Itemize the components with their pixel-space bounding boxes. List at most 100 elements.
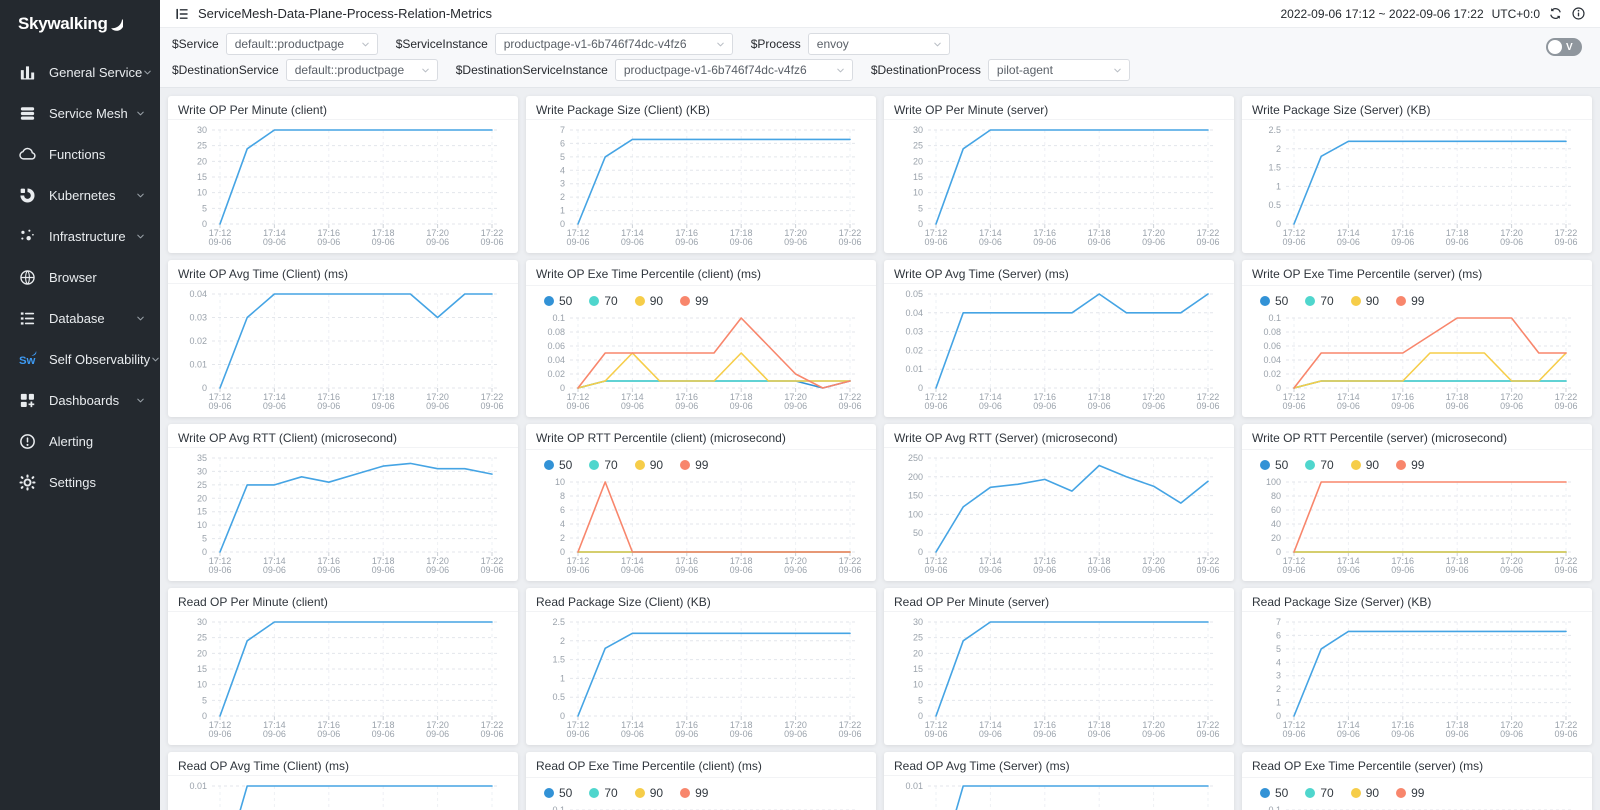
sidebar-item-database[interactable]: Database [0, 298, 160, 339]
chart-canvas[interactable]: 17:1209-0617:1409-0617:1609-0617:1809-06… [1250, 474, 1584, 576]
chart-canvas[interactable]: 17:1209-0617:1409-0617:1609-0617:1809-06… [892, 122, 1226, 248]
chart-panel: Write OP Per Minute (client) 17:1209-061… [168, 96, 518, 253]
chart-canvas[interactable]: 17:1209-0617:1409-0617:1609-0617:1809-06… [534, 802, 868, 810]
toggle-knob [1548, 40, 1562, 54]
svg-text:20: 20 [197, 648, 207, 658]
panel-body: 17:1209-0617:1409-0617:1609-0617:1809-06… [884, 612, 1234, 745]
legend-item-p70[interactable]: 70 [589, 458, 617, 472]
sidebar-item-service-mesh[interactable]: Service Mesh [0, 93, 160, 134]
chart-canvas[interactable]: 17:1209-0617:1409-0617:1609-0617:1809-06… [176, 286, 510, 412]
sidebar-item-functions[interactable]: Functions [0, 134, 160, 175]
panel-title: Write OP Exe Time Percentile (client) (m… [526, 260, 876, 286]
chart-legend: 50 70 90 99 [1250, 780, 1584, 802]
svg-text:5: 5 [1276, 644, 1281, 654]
chart-canvas[interactable]: 17:1209-0617:1409-0617:1609-0617:1809-06… [176, 122, 510, 248]
legend-label: 99 [1411, 458, 1424, 472]
svg-text:0.5: 0.5 [552, 692, 565, 702]
chart-canvas[interactable]: 17:1209-0617:1409-0617:1609-0617:1809-06… [892, 778, 1226, 810]
svg-text:09-06: 09-06 [263, 565, 286, 575]
svg-text:2: 2 [1276, 684, 1281, 694]
legend-dot [1396, 788, 1406, 798]
legend-item-p99[interactable]: 99 [1396, 786, 1424, 800]
svg-text:09-06: 09-06 [784, 565, 807, 575]
legend-item-p70[interactable]: 70 [1305, 458, 1333, 472]
view-edit-toggle[interactable]: V [1546, 38, 1582, 56]
general-service-icon [18, 63, 37, 82]
chart-canvas[interactable]: 17:1209-0617:1409-0617:1609-0617:1809-06… [892, 450, 1226, 576]
time-range[interactable]: 2022-09-06 17:12 ~ 2022-09-06 17:22 [1280, 7, 1483, 21]
chart-canvas[interactable]: 17:1209-0617:1409-0617:1609-0617:1809-06… [176, 778, 510, 810]
legend-item-p90[interactable]: 90 [635, 294, 663, 308]
legend-item-p99[interactable]: 99 [680, 458, 708, 472]
svg-text:09-06: 09-06 [838, 237, 861, 247]
svg-text:09-06: 09-06 [979, 729, 1002, 739]
legend-item-p70[interactable]: 70 [1305, 786, 1333, 800]
legend-item-p50[interactable]: 50 [544, 458, 572, 472]
legend-item-p50[interactable]: 50 [1260, 294, 1288, 308]
svg-text:100: 100 [908, 509, 923, 519]
filter-select[interactable]: productpage-v1-6b746f74dc-v4fz6 [495, 33, 733, 55]
svg-text:1.5: 1.5 [1268, 163, 1281, 173]
chart-canvas[interactable]: 17:1209-0617:1409-0617:1609-0617:1809-06… [534, 614, 868, 740]
filter-select[interactable]: pilot-agent [988, 59, 1130, 81]
svg-text:2.5: 2.5 [552, 617, 565, 627]
legend-item-p70[interactable]: 70 [589, 786, 617, 800]
filter-select[interactable]: default::productpage [286, 59, 438, 81]
chart-canvas[interactable]: 17:1209-0617:1409-0617:1609-0617:1809-06… [1250, 122, 1584, 248]
sidebar-item-general-service[interactable]: General Service [0, 52, 160, 93]
legend-item-p99[interactable]: 99 [680, 786, 708, 800]
svg-text:09-06: 09-06 [1391, 565, 1414, 575]
app-logo[interactable]: Skywalking [0, 0, 160, 44]
chart-canvas[interactable]: 17:1209-0617:1409-0617:1609-0617:1809-06… [534, 474, 868, 576]
timezone-label: UTC+0:0 [1492, 7, 1540, 21]
filter-select[interactable]: envoy [808, 33, 950, 55]
svg-text:09-06: 09-06 [1500, 237, 1523, 247]
svg-text:0.04: 0.04 [1263, 355, 1281, 365]
legend-item-p90[interactable]: 90 [1351, 294, 1379, 308]
sidebar: Skywalking General Service Service Mesh … [0, 0, 160, 810]
legend-item-p99[interactable]: 99 [1396, 294, 1424, 308]
chart-canvas[interactable]: 17:1209-0617:1409-0617:1609-0617:1809-06… [534, 122, 868, 248]
legend-item-p50[interactable]: 50 [1260, 458, 1288, 472]
legend-item-p90[interactable]: 90 [635, 786, 663, 800]
legend-item-p90[interactable]: 90 [635, 458, 663, 472]
sidebar-item-browser[interactable]: Browser [0, 257, 160, 298]
chart-canvas[interactable]: 17:1209-0617:1409-0617:1609-0617:1809-06… [1250, 310, 1584, 412]
legend-item-p50[interactable]: 50 [544, 294, 572, 308]
chart-canvas[interactable]: 17:1209-0617:1409-0617:1609-0617:1809-06… [1250, 614, 1584, 740]
chart-panel: Write OP Exe Time Percentile (client) (m… [526, 260, 876, 417]
svg-text:20: 20 [197, 493, 207, 503]
svg-text:0: 0 [202, 547, 207, 557]
chart-legend: 50 70 90 99 [1250, 452, 1584, 474]
legend-item-p99[interactable]: 99 [680, 294, 708, 308]
svg-text:09-06: 09-06 [426, 565, 449, 575]
sidebar-item-alerting[interactable]: Alerting [0, 421, 160, 462]
sidebar-item-dashboards[interactable]: Dashboards [0, 380, 160, 421]
filter-select[interactable]: productpage-v1-6b746f74dc-v4fz6 [615, 59, 853, 81]
legend-dot [1260, 460, 1270, 470]
sidebar-item-kubernetes[interactable]: Kubernetes [0, 175, 160, 216]
legend-item-p50[interactable]: 50 [544, 786, 572, 800]
chart-canvas[interactable]: 17:1209-0617:1409-0617:1609-0617:1809-06… [892, 286, 1226, 412]
sidebar-item-self-observability[interactable]: Self Observability [0, 339, 160, 380]
chart-canvas[interactable]: 17:1209-0617:1409-0617:1609-0617:1809-06… [892, 614, 1226, 740]
svg-text:09-06: 09-06 [924, 729, 947, 739]
chart-canvas[interactable]: 17:1209-0617:1409-0617:1609-0617:1809-06… [176, 614, 510, 740]
chart-canvas[interactable]: 17:1209-0617:1409-0617:1609-0617:1809-06… [1250, 802, 1584, 810]
dashboard-list-icon[interactable] [174, 6, 190, 22]
refresh-icon[interactable] [1548, 6, 1563, 21]
legend-item-p70[interactable]: 70 [589, 294, 617, 308]
filter-select[interactable]: default::productpage [226, 33, 378, 55]
chart-canvas[interactable]: 17:1209-0617:1409-0617:1609-0617:1809-06… [534, 310, 868, 412]
legend-dot [680, 296, 690, 306]
legend-dot [1351, 460, 1361, 470]
sidebar-item-settings[interactable]: Settings [0, 462, 160, 503]
legend-item-p70[interactable]: 70 [1305, 294, 1333, 308]
sidebar-item-infrastructure[interactable]: Infrastructure [0, 216, 160, 257]
chart-canvas[interactable]: 17:1209-0617:1409-0617:1609-0617:1809-06… [176, 450, 510, 576]
info-icon[interactable] [1571, 6, 1586, 21]
legend-item-p99[interactable]: 99 [1396, 458, 1424, 472]
legend-item-p90[interactable]: 90 [1351, 458, 1379, 472]
legend-item-p90[interactable]: 90 [1351, 786, 1379, 800]
legend-item-p50[interactable]: 50 [1260, 786, 1288, 800]
